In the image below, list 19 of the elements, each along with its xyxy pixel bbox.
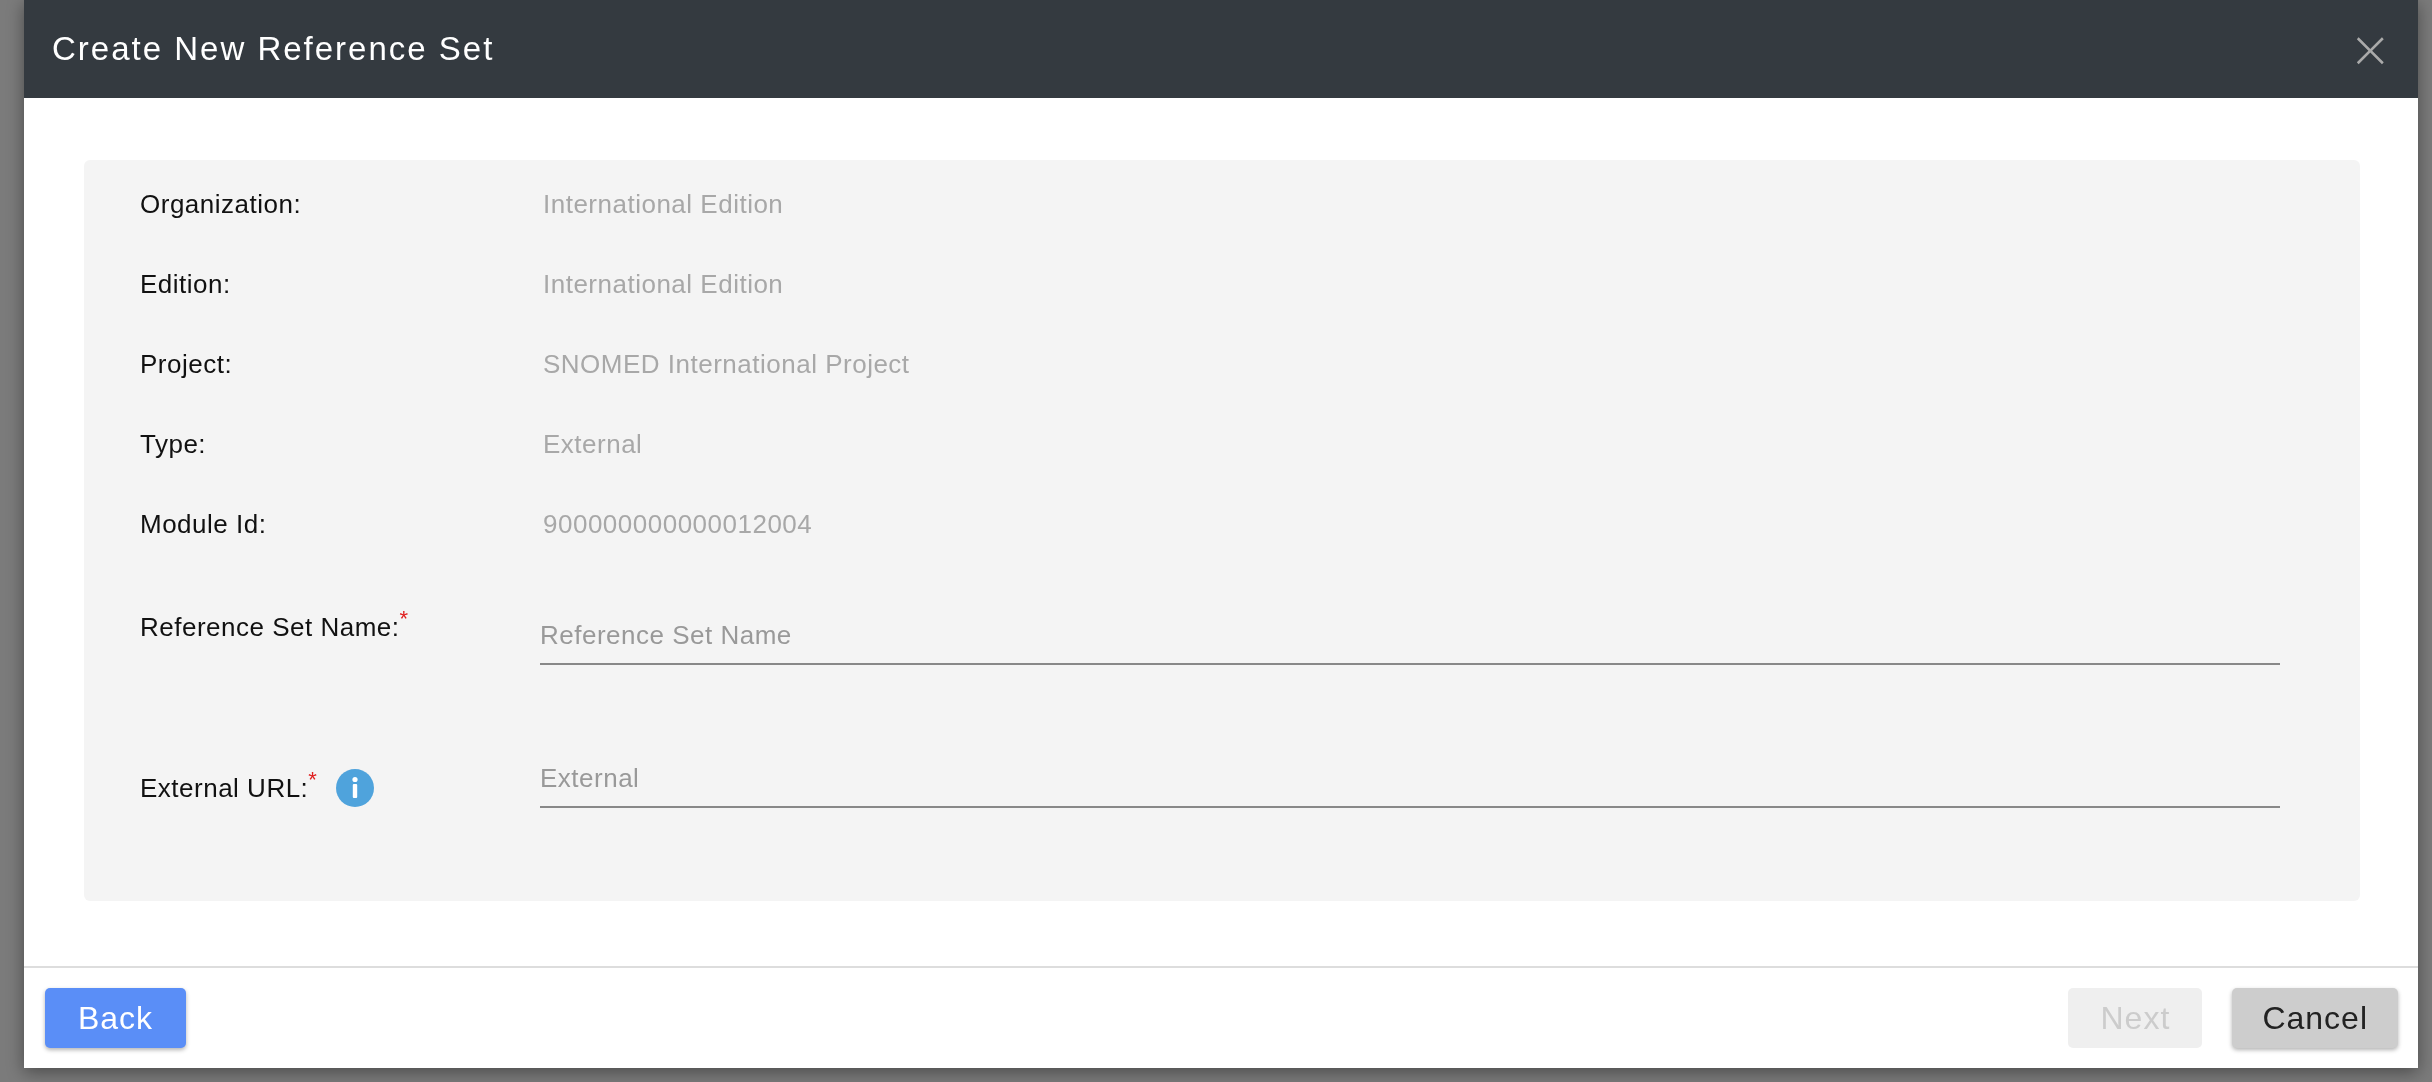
- dialog-button[interactable]: Back: [45, 988, 186, 1048]
- field-value: SNOMED International Project: [543, 348, 910, 380]
- field-value: External: [543, 428, 643, 460]
- dialog-button[interactable]: Cancel: [2232, 988, 2398, 1048]
- field-label: External URL:$^{*}$: [140, 772, 318, 804]
- field-value: International Edition: [543, 188, 784, 220]
- field-label: Project:: [140, 348, 234, 380]
- field-label: Organization:: [140, 188, 303, 220]
- field-label: Module Id:: [140, 508, 268, 540]
- dialog-title: Create New Reference Set: [52, 30, 495, 68]
- field-label: Edition:: [140, 268, 232, 300]
- field-label: Type:: [140, 428, 208, 460]
- text-field[interactable]: External: [540, 753, 2280, 808]
- field-label: Reference Set Name:$^{*}$: [140, 612, 409, 643]
- field-value: International Edition: [543, 268, 784, 300]
- text-field[interactable]: Reference Set Name: [540, 610, 2280, 665]
- close-button[interactable]: ×: [2344, 23, 2396, 75]
- field-value: 900000000000012004: [543, 508, 813, 540]
- info-icon[interactable]: [335, 768, 376, 808]
